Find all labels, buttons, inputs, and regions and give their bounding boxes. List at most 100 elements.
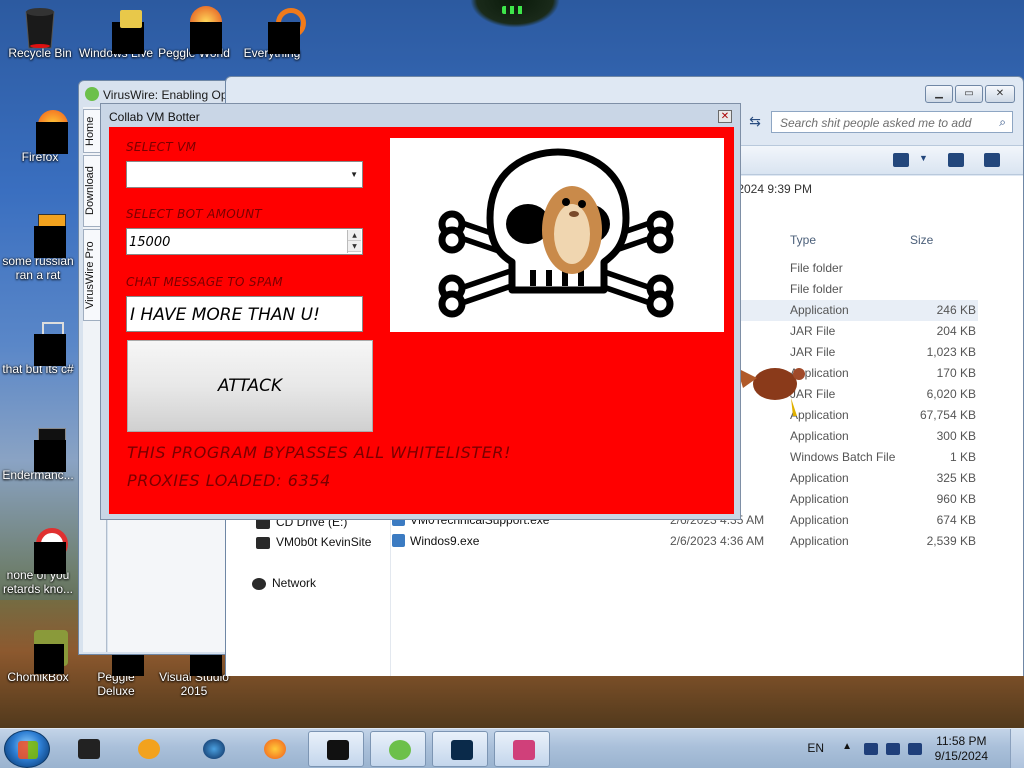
view-options-icon[interactable] xyxy=(893,153,909,167)
desktop-icon-none-of-you[interactable]: none of you retards kno... xyxy=(0,528,76,596)
file-size: 204 KB xyxy=(936,324,976,338)
globe-icon xyxy=(203,739,225,759)
taskbar-window-button[interactable] xyxy=(308,731,364,767)
select-vm-dropdown[interactable]: ▼ xyxy=(126,161,363,188)
stepper-down-icon[interactable]: ▼ xyxy=(348,241,361,252)
start-button[interactable] xyxy=(4,730,50,768)
folder-icon xyxy=(78,739,100,759)
taskbar-monitor-button[interactable] xyxy=(432,731,488,767)
desktop-icon-endermanch[interactable]: Endermanc... xyxy=(0,428,76,482)
file-type: File folder xyxy=(790,282,843,296)
header-date: /2024 9:39 PM xyxy=(734,182,813,196)
column-header-type[interactable]: Type xyxy=(790,233,816,247)
file-type: Application xyxy=(790,513,849,527)
viruswire-title: VirusWire: Enabling Op xyxy=(103,88,228,102)
firefox-icon xyxy=(22,110,68,154)
chevron-down-icon[interactable]: ▼ xyxy=(919,153,928,163)
task-manager-icon xyxy=(451,740,473,760)
file-type: JAR File xyxy=(790,345,836,359)
file-icon xyxy=(392,534,405,547)
file-size: 2,539 KB xyxy=(926,534,976,548)
clock-date: 9/15/2024 xyxy=(934,749,988,763)
chat-message-input[interactable]: I HAVE MORE THAN U! xyxy=(126,296,363,332)
file-type: Application xyxy=(790,534,849,548)
refresh-icon[interactable]: ⇆ xyxy=(744,113,766,133)
taskbar-botter-button[interactable] xyxy=(494,731,550,767)
file-type: Application xyxy=(790,303,849,317)
monitor-tray-icon[interactable] xyxy=(886,743,900,755)
app-window-icon xyxy=(20,428,66,472)
viruswire-icon xyxy=(389,740,411,760)
wallpaper-top-ornament xyxy=(470,0,560,28)
skull-crossbones-icon xyxy=(438,148,674,318)
everything-icon xyxy=(254,6,306,54)
opera-icon xyxy=(20,528,68,574)
hamster-icon xyxy=(542,186,602,274)
desktop-icon-russian-rat[interactable]: some russian ran a rat xyxy=(0,214,76,282)
column-header-size[interactable]: Size xyxy=(910,233,933,247)
stepper-up-icon[interactable]: ▲ xyxy=(348,230,361,241)
desktop-icon-recycle-bin[interactable]: Recycle Bin xyxy=(2,6,78,60)
taskbar-media-player-button[interactable] xyxy=(120,731,176,767)
taskbar: EN ▲ 11:58 PM 9/15/2024 xyxy=(0,728,1024,768)
file-size: 170 KB xyxy=(936,366,976,380)
proxies-loaded-text: PROXIES LOADED: 6354 xyxy=(127,471,331,490)
search-input[interactable]: Search shit people asked me to add ⌕ xyxy=(771,111,1013,133)
clock[interactable]: 11:58 PM 9/15/2024 xyxy=(935,734,988,764)
desktop-icon-that-but-c-sharp[interactable]: that but its c# xyxy=(0,322,76,376)
chevron-down-icon: ▼ xyxy=(350,170,358,179)
desktop-icon-peggle-world[interactable]: Peggle World xyxy=(156,6,232,60)
file-size: 674 KB xyxy=(936,513,976,527)
desktop-icon-chomikbox[interactable]: ChomikBox xyxy=(0,630,76,684)
file-size: 325 KB xyxy=(936,471,976,485)
show-hidden-icons-icon[interactable]: ▲ xyxy=(842,741,852,752)
file-date: 2/6/2023 4:36 AM xyxy=(670,534,765,548)
file-type: Windows Batch File xyxy=(790,450,896,464)
file-size: 960 KB xyxy=(936,492,976,506)
botter-title: Collab VM Botter xyxy=(109,110,200,124)
file-size: 300 KB xyxy=(936,429,976,443)
desktop-icon-firefox[interactable]: Firefox xyxy=(2,110,78,164)
network-icon xyxy=(252,577,266,590)
botter-panel: SELECT VM ▼ SELECT BOT AMOUNT 15000 ▲ ▼ … xyxy=(109,127,734,514)
botter-window[interactable]: Collab VM Botter ✕ SELECT VM ▼ SELECT BO… xyxy=(100,103,741,520)
nav-item-vm0b0t-kevinsite[interactable]: VM0b0t KevinSite xyxy=(256,535,371,549)
preview-pane-icon[interactable] xyxy=(948,153,964,167)
clock-time: 11:58 PM xyxy=(936,734,987,748)
botter-app-icon xyxy=(513,740,535,760)
taskbar-firefox-button[interactable] xyxy=(246,731,302,767)
desktop-icon-windows-live[interactable]: Windows Live xyxy=(78,6,154,60)
show-desktop-button[interactable] xyxy=(1010,729,1024,768)
nav-item-network[interactable]: Network xyxy=(252,576,316,590)
network-tray-icon[interactable] xyxy=(864,743,878,755)
desktop-icon-everything[interactable]: Everything xyxy=(234,6,310,60)
minimize-button[interactable]: ▁ xyxy=(925,85,953,103)
search-icon: ⌕ xyxy=(999,115,1006,129)
table-row[interactable]: Windos9.exe 2/6/2023 4:36 AM Application 2,… xyxy=(390,531,978,552)
language-indicator[interactable]: EN xyxy=(807,741,824,755)
close-button[interactable]: ✕ xyxy=(985,85,1015,103)
volume-icon[interactable] xyxy=(908,743,922,755)
file-size: 67,754 KB xyxy=(919,408,976,422)
taskbar-viruswire-button[interactable] xyxy=(370,731,426,767)
chomikbox-icon xyxy=(20,630,68,674)
botter-close-button[interactable]: ✕ xyxy=(718,110,732,123)
file-type: Application xyxy=(790,492,849,506)
firefox-icon xyxy=(264,739,286,759)
app-window-icon xyxy=(327,740,349,760)
file-size: 6,020 KB xyxy=(926,387,976,401)
help-icon[interactable] xyxy=(984,153,1000,167)
taskbar-globe-button[interactable] xyxy=(185,731,241,767)
skull-image xyxy=(390,138,724,332)
chat-message-label: CHAT MESSAGE TO SPAM xyxy=(126,275,283,289)
recycle-bin-icon xyxy=(22,6,58,49)
stacked-windows-icon xyxy=(20,322,66,366)
document-icon xyxy=(20,214,66,258)
network-drive-icon xyxy=(256,536,270,549)
attack-button[interactable]: ATTACK xyxy=(127,340,373,432)
file-type: Application xyxy=(790,429,849,443)
maximize-button[interactable]: ▭ xyxy=(955,85,983,103)
taskbar-explorer-button[interactable] xyxy=(60,731,116,767)
bot-amount-stepper[interactable]: 15000 ▲ ▼ xyxy=(126,228,363,255)
select-vm-label: SELECT VM xyxy=(126,140,197,154)
